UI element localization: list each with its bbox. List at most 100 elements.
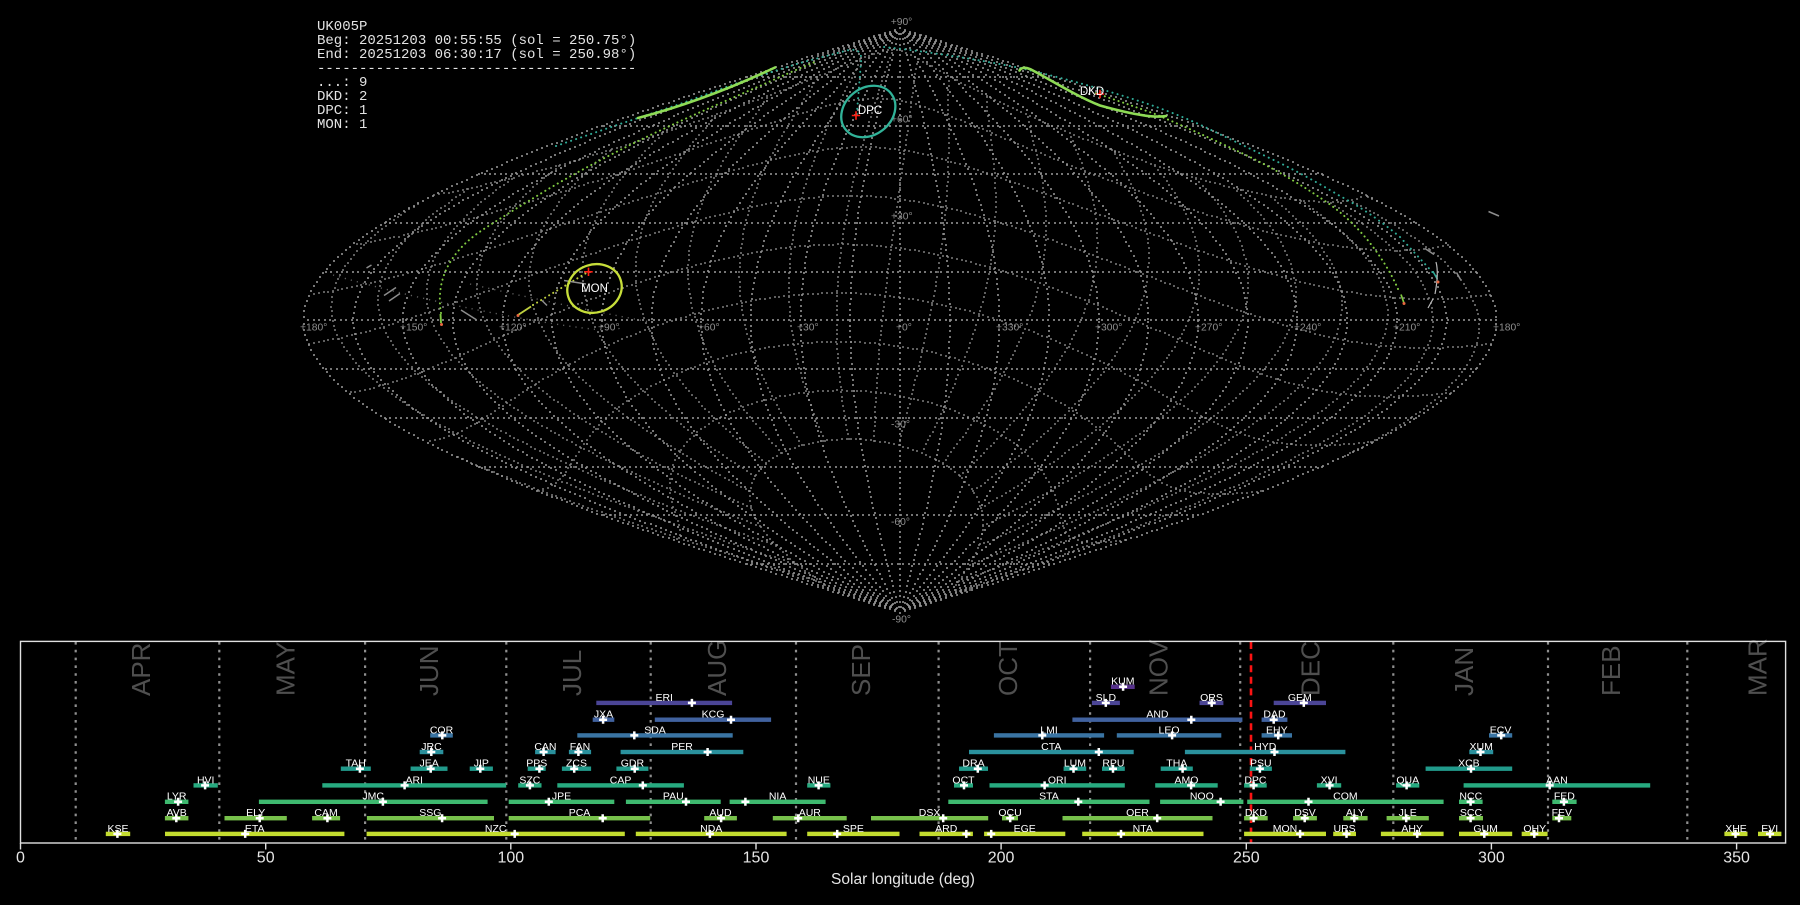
svg-text:JMC: JMC	[362, 791, 384, 803]
svg-text:NZC: NZC	[485, 823, 507, 835]
svg-text:CTA: CTA	[1041, 741, 1061, 753]
svg-text:STA: STA	[1039, 791, 1059, 803]
svg-text:SPE: SPE	[843, 823, 864, 835]
svg-text:+330°: +330°	[996, 323, 1023, 334]
svg-text:FED: FED	[1554, 791, 1575, 803]
svg-text:MAY: MAY	[271, 642, 301, 696]
svg-text:-30°: -30°	[891, 420, 910, 431]
svg-text:XUM: XUM	[1470, 741, 1493, 753]
svg-text:ELY: ELY	[246, 807, 265, 819]
svg-text:ERI: ERI	[655, 692, 673, 704]
svg-text:JIP: JIP	[474, 758, 489, 770]
svg-text:NIA: NIA	[769, 791, 787, 803]
svg-text:COR: COR	[430, 724, 454, 736]
svg-text:NTA: NTA	[1133, 823, 1153, 835]
svg-text:OCU: OCU	[998, 807, 1021, 819]
svg-text:JPE: JPE	[552, 791, 571, 803]
svg-text:SDA: SDA	[644, 724, 666, 736]
svg-text:DPC: DPC	[858, 105, 882, 117]
svg-text:DEC: DEC	[1295, 641, 1325, 696]
svg-text:KUM: KUM	[1111, 676, 1134, 688]
svg-text:DAD: DAD	[1263, 709, 1286, 721]
svg-text:HVI: HVI	[197, 774, 215, 786]
svg-text:ARD: ARD	[935, 823, 958, 835]
svg-text:PSU: PSU	[1250, 758, 1272, 770]
svg-text:EHY: EHY	[1266, 724, 1288, 736]
svg-text:+60°: +60°	[698, 323, 720, 334]
svg-text:ARI: ARI	[405, 774, 423, 786]
svg-text:TAH: TAH	[346, 758, 366, 770]
svg-text:JUL: JUL	[557, 650, 587, 696]
svg-text:PER: PER	[671, 741, 693, 753]
svg-text:LYR: LYR	[167, 791, 187, 803]
svg-text:AMO: AMO	[1175, 774, 1199, 786]
svg-text:SZC: SZC	[519, 774, 540, 786]
svg-text:MON: MON	[581, 283, 608, 295]
svg-text:URS: URS	[1334, 823, 1356, 835]
svg-text:GEM: GEM	[1288, 692, 1312, 704]
svg-text:MON: MON	[1273, 823, 1298, 835]
svg-text:+30°: +30°	[891, 212, 913, 223]
svg-text:OHY: OHY	[1523, 823, 1546, 835]
svg-text:0: 0	[16, 850, 25, 867]
svg-text:EVI: EVI	[1761, 823, 1778, 835]
svg-text:200: 200	[988, 850, 1015, 867]
svg-text:LEO: LEO	[1158, 724, 1179, 736]
svg-text:FEB: FEB	[1596, 645, 1626, 696]
svg-text:FAN: FAN	[570, 741, 590, 753]
svg-text:NOV: NOV	[1144, 639, 1174, 696]
svg-text:JRC: JRC	[421, 741, 442, 753]
svg-text:ETA: ETA	[245, 823, 265, 835]
svg-text:SSG: SSG	[419, 807, 441, 819]
svg-text:EGE: EGE	[1014, 823, 1036, 835]
svg-text:FEV: FEV	[1552, 807, 1572, 819]
svg-text:JUN: JUN	[414, 645, 444, 696]
svg-text:APR: APR	[126, 643, 156, 696]
svg-text:DPC: DPC	[1244, 774, 1267, 786]
svg-text:OER: OER	[1126, 807, 1149, 819]
svg-text:+90°: +90°	[891, 17, 913, 28]
svg-text:+270°: +270°	[1195, 323, 1222, 334]
svg-text:350: 350	[1723, 850, 1750, 867]
svg-text:300: 300	[1478, 850, 1505, 867]
svg-text:XVI: XVI	[1321, 774, 1338, 786]
svg-text:LMI: LMI	[1040, 724, 1058, 736]
svg-text:+240°: +240°	[1294, 323, 1321, 334]
svg-text:+90°: +90°	[598, 323, 620, 334]
svg-text:GDR: GDR	[621, 758, 645, 770]
svg-text:AUD: AUD	[709, 807, 732, 819]
svg-text:50: 50	[257, 850, 275, 867]
svg-text:-90°: -90°	[892, 614, 911, 625]
svg-text:SCC: SCC	[1460, 807, 1483, 819]
svg-text:XCB: XCB	[1458, 758, 1480, 770]
svg-text:SEP: SEP	[846, 644, 876, 696]
svg-text:OCT: OCT	[993, 641, 1023, 696]
svg-text:XHE: XHE	[1725, 823, 1747, 835]
svg-text:KSE: KSE	[107, 823, 128, 835]
svg-text:+120°: +120°	[499, 323, 526, 334]
svg-text:AHY: AHY	[1401, 823, 1423, 835]
svg-text:MAR: MAR	[1743, 638, 1773, 696]
svg-text:ECV: ECV	[1490, 724, 1512, 736]
svg-text:AUG: AUG	[702, 640, 732, 696]
svg-text:+30°: +30°	[797, 323, 819, 334]
svg-text:+0°: +0°	[896, 323, 912, 334]
svg-text:GUM: GUM	[1473, 823, 1498, 835]
svg-text:JLE: JLE	[1399, 807, 1417, 819]
svg-text:+300°: +300°	[1095, 323, 1122, 334]
svg-text:NCC: NCC	[1459, 791, 1482, 803]
svg-text:QUA: QUA	[1396, 774, 1419, 786]
svg-text:COM: COM	[1333, 791, 1358, 803]
svg-text:Solar longitude (deg): Solar longitude (deg)	[831, 871, 975, 888]
svg-text:PPS: PPS	[526, 758, 547, 770]
svg-text:JAN: JAN	[1449, 647, 1479, 696]
svg-text:+180°: +180°	[300, 323, 327, 334]
svg-text:DSV: DSV	[1294, 807, 1316, 819]
svg-text:AAN: AAN	[1546, 774, 1568, 786]
svg-text:ORS: ORS	[1200, 692, 1223, 704]
svg-text:DKD: DKD	[1245, 807, 1268, 819]
svg-text:ZCS: ZCS	[566, 758, 587, 770]
svg-text:JXA: JXA	[594, 709, 613, 721]
svg-text:RPU: RPU	[1102, 758, 1124, 770]
svg-text:HYD: HYD	[1254, 741, 1277, 753]
